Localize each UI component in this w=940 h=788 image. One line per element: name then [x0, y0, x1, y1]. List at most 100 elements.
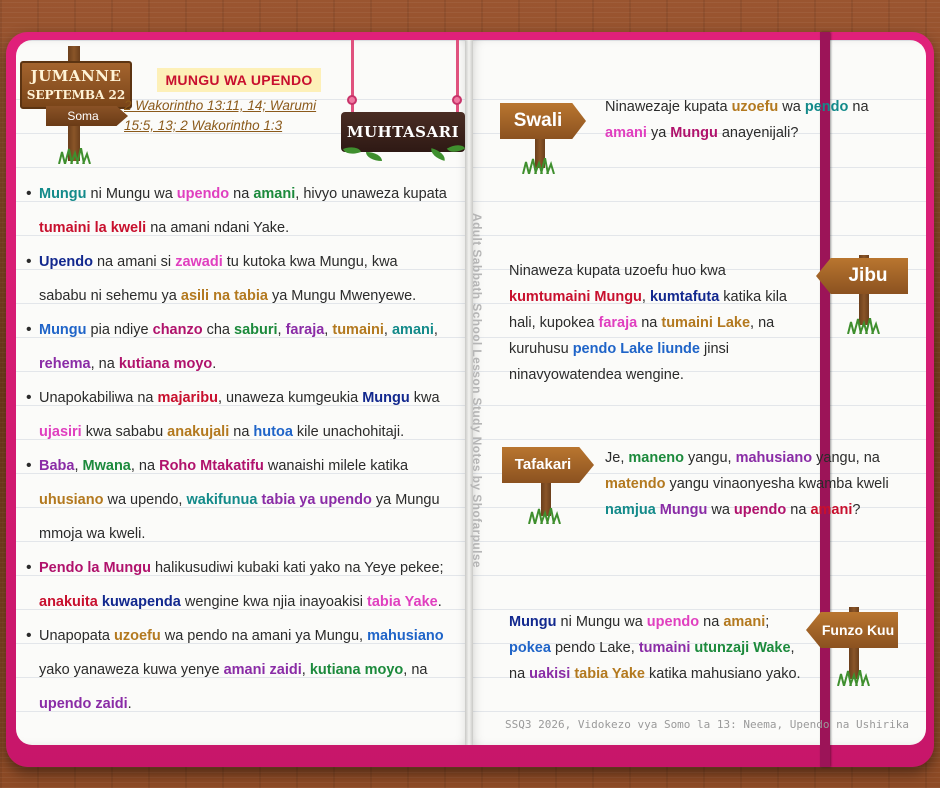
highlighted-term: upendo zaidi — [39, 696, 128, 712]
body-text: halikusudiwi kubaki kati yako na Yeye pe… — [150, 560, 444, 576]
body-text: wanaishi milele katika — [263, 458, 409, 474]
grass-icon — [837, 670, 870, 686]
jibu-answer: Ninaweza kupata uzoefu huo kwa kumtumain… — [509, 258, 807, 388]
highlighted-term: uzoefu — [731, 99, 779, 115]
body-text: , — [74, 458, 83, 474]
highlighted-term: ujasiri — [39, 424, 82, 440]
lesson-title: MUNGU WA UPENDO — [157, 68, 321, 92]
body-text: . — [212, 356, 217, 372]
body-text: ya Mungu Mwenyewe. — [267, 288, 417, 304]
body-text: , na — [130, 458, 160, 474]
body-text: anayenijali? — [717, 125, 799, 141]
summary-bullet: Upendo na amani si zawadi tu kutoka kwa … — [24, 245, 449, 313]
jibu-sign: Jibu — [816, 258, 908, 294]
body-text: , hivyo unaweza kupata — [295, 186, 447, 202]
highlighted-term: zawadi — [175, 254, 223, 270]
summary-sign: MUHTASARI — [341, 112, 465, 152]
highlighted-term: Mungu — [659, 502, 708, 518]
highlighted-term: pokea — [509, 640, 551, 656]
highlighted-term: Mungu — [39, 186, 87, 202]
grass-icon — [522, 158, 555, 174]
body-text: ni Mungu wa — [556, 614, 647, 630]
grass-icon — [528, 508, 561, 524]
soma-sign: Soma — [46, 106, 128, 126]
body-text: , — [641, 289, 650, 305]
body-text: yangu vinaonyesha kwamba kweli — [665, 476, 889, 492]
body-text: ; — [765, 614, 770, 630]
body-text: , na — [90, 356, 119, 372]
highlighted-term: maneno — [628, 450, 684, 466]
highlighted-term: tabia Yake — [574, 666, 645, 682]
highlighted-term: amani — [605, 125, 647, 141]
body-text: wa upendo, — [103, 492, 187, 508]
body-text: na — [229, 186, 254, 202]
body-text: na — [637, 315, 662, 331]
highlighted-term: asili na tabia — [180, 288, 268, 304]
highlighted-term: tabia Yake — [367, 594, 438, 610]
body-text: cha — [202, 322, 235, 338]
highlighted-term: amani — [810, 502, 853, 518]
summary-bullet-list: Mungu ni Mungu wa upendo na amani, hivyo… — [24, 177, 449, 721]
highlighted-term: kutiana moyo — [118, 356, 213, 372]
highlighted-term: Pendo la Mungu — [39, 560, 151, 576]
highlighted-term: namjua — [605, 502, 656, 518]
body-text: , — [433, 322, 438, 338]
body-text: . — [127, 696, 132, 712]
tafakari-reflection: Je, maneno yangu, mahusiano yangu, na ma… — [605, 445, 905, 523]
highlighted-term: rehema — [39, 356, 91, 372]
highlighted-term: chanzo — [152, 322, 203, 338]
body-text: na — [229, 424, 254, 440]
rope-knot-icon — [452, 95, 462, 105]
body-text: , na — [403, 662, 428, 678]
summary-bullet: Unapokabiliwa na majaribu, unaweza kumge… — [24, 381, 449, 449]
highlighted-term: matendo — [605, 476, 666, 492]
highlighted-term: hutoa — [253, 424, 293, 440]
highlighted-term: majaribu — [157, 390, 218, 406]
highlighted-term: amani — [253, 186, 296, 202]
highlighted-term: Mungu — [362, 390, 410, 406]
grass-icon — [847, 318, 880, 334]
highlighted-term: Mwana — [82, 458, 131, 474]
body-text: ? — [852, 502, 861, 518]
vertical-watermark-note: Adult Sabbath School Lesson Study Notes … — [470, 213, 484, 568]
highlighted-term: upendo — [646, 614, 700, 630]
summary-bullet: Baba, Mwana, na Roho Mtakatifu wanaishi … — [24, 449, 449, 551]
body-text: Ninawezaje kupata — [605, 99, 732, 115]
body-text: kwa sababu — [81, 424, 168, 440]
body-text: Unapopata — [39, 628, 114, 644]
body-text: wa — [707, 502, 734, 518]
highlighted-term: tumaini — [332, 322, 384, 338]
body-text: . — [437, 594, 442, 610]
summary-bullet: Unapopata uzoefu wa pendo na amani ya Mu… — [24, 619, 449, 721]
rope-knot-icon — [347, 95, 357, 105]
highlighted-term: amani zaidi — [223, 662, 302, 678]
body-text: kile unachohitaji. — [292, 424, 405, 440]
highlighted-term: uzoefu — [113, 628, 161, 644]
tafakari-sign: Tafakari — [502, 447, 594, 483]
highlighted-term: amani — [391, 322, 434, 338]
body-text: , — [277, 322, 286, 338]
highlighted-term: utunzaji Wake — [694, 640, 791, 656]
highlighted-term: faraja — [285, 322, 325, 338]
body-text: ya — [646, 125, 671, 141]
swali-question: Ninawezaje kupata uzoefu wa pendo na ama… — [605, 94, 905, 146]
body-text: Ninaweza kupata uzoefu huo kwa — [509, 263, 726, 279]
body-text: wa — [778, 99, 805, 115]
highlighted-term: kumtafuta — [649, 289, 720, 305]
date-signpost-icon: JUMANNE SEPTEMBA 22 Soma — [20, 46, 132, 166]
highlighted-term: pendo Lake liunde — [572, 341, 700, 357]
scripture-reference[interactable]: 2 Wakorintho 13:11, 14; Warumi 15:5, 13;… — [124, 96, 344, 136]
highlighted-term: tabia ya upendo — [261, 492, 372, 508]
highlighted-term: amani — [723, 614, 766, 630]
highlighted-term: upendo — [733, 502, 787, 518]
body-text: kwa — [409, 390, 440, 406]
highlighted-term: faraja — [598, 315, 638, 331]
highlighted-term: uakisi — [529, 666, 571, 682]
date-board: JUMANNE SEPTEMBA 22 — [20, 61, 132, 109]
highlighted-term: anakuita — [39, 594, 98, 610]
day-label: JUMANNE — [30, 67, 122, 85]
body-text: Je, — [605, 450, 629, 466]
body-text: , unaweza kumgeukia — [217, 390, 363, 406]
body-text: na amani ndani Yake. — [146, 220, 290, 236]
funzo-kuu-key-lesson: Mungu ni Mungu wa upendo na amani; pokea… — [509, 609, 807, 687]
